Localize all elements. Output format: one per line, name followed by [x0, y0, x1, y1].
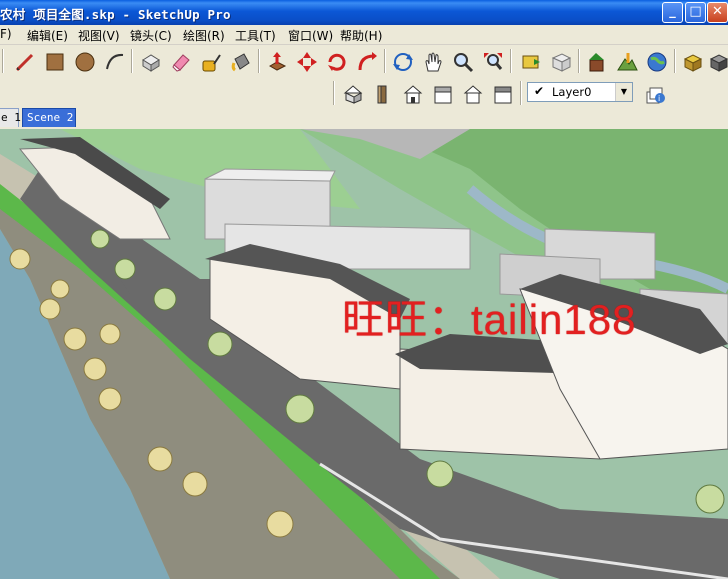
tape-measure-icon[interactable]: [198, 49, 224, 74]
toolbar-separator: [520, 81, 522, 105]
zoom-extents-icon[interactable]: [480, 49, 506, 74]
window-title: 农村 项目全图.skp - SketchUp Pro: [0, 7, 231, 22]
menu-window[interactable]: 窗口(W): [288, 27, 333, 44]
toolbar-separator: [131, 49, 133, 73]
get-models-icon[interactable]: [518, 49, 544, 74]
toolbar-separator: [510, 49, 512, 73]
menu-tools[interactable]: 工具(T): [235, 27, 276, 44]
toolbar-separator: [578, 49, 580, 73]
eraser-icon[interactable]: [168, 49, 194, 74]
layer-manager-icon[interactable]: i: [642, 81, 668, 106]
maximize-button[interactable]: □: [685, 2, 706, 23]
toolbar-separator: [258, 49, 260, 73]
main-toolbar: [0, 45, 728, 78]
menu-draw[interactable]: 绘图(R): [183, 27, 225, 44]
front-view-icon[interactable]: [400, 81, 426, 106]
menu-edit[interactable]: 编辑(E): [27, 27, 68, 44]
toolbar-separator: [674, 49, 676, 73]
mass-building: [204, 168, 336, 182]
follow-me-icon[interactable]: [354, 49, 380, 74]
zoom-icon[interactable]: [450, 49, 476, 74]
materials-icon[interactable]: [706, 49, 728, 74]
current-layer-name: Layer0: [552, 85, 592, 99]
menu-file[interactable]: F): [0, 27, 12, 41]
iso-view-icon[interactable]: [340, 81, 366, 106]
watermark-text: 旺旺：tailin188: [342, 296, 637, 343]
minimize-button[interactable]: _: [662, 2, 683, 23]
google-earth-icon[interactable]: [644, 49, 670, 74]
menu-bar: F) 编辑(E) 视图(V) 镜头(C) 绘图(R) 工具(T) 窗口(W) 帮…: [0, 25, 728, 45]
rectangle-icon[interactable]: [42, 49, 68, 74]
menu-camera[interactable]: 镜头(C): [130, 27, 172, 44]
left-view-icon[interactable]: [490, 81, 516, 106]
scene-render: [0, 129, 728, 579]
chevron-down-icon[interactable]: ▼: [615, 83, 632, 101]
orbit-icon[interactable]: [390, 49, 416, 74]
components-icon[interactable]: [680, 49, 706, 74]
current-layer-check-icon: ✔: [534, 84, 545, 98]
svg-text:i: i: [658, 94, 660, 103]
right-view-icon[interactable]: [430, 81, 456, 106]
menu-view[interactable]: 视图(V): [78, 27, 120, 44]
paint-bucket-icon[interactable]: [228, 49, 254, 74]
pencil-line-icon[interactable]: [12, 49, 38, 74]
make-component-icon[interactable]: [138, 49, 164, 74]
pan-hand-icon[interactable]: [420, 49, 446, 74]
rotate-icon[interactable]: [324, 49, 350, 74]
model-viewport[interactable]: 旺旺：tailin188: [0, 129, 728, 579]
tab-scene-1[interactable]: e 1: [0, 108, 21, 127]
share-model-icon[interactable]: [548, 49, 574, 74]
close-button[interactable]: ✕: [707, 2, 728, 23]
layer-dropdown[interactable]: ✔ Layer0 ▼: [527, 82, 633, 102]
top-view-icon[interactable]: [370, 81, 396, 106]
arc-icon[interactable]: [102, 49, 128, 74]
toolbar-separator: [2, 49, 4, 73]
tab-scene-2[interactable]: Scene 2: [22, 108, 76, 127]
circle-icon[interactable]: [72, 49, 98, 74]
toolbar-separator: [333, 81, 335, 105]
move-icon[interactable]: [294, 49, 320, 74]
back-view-icon[interactable]: [460, 81, 486, 106]
scene-tabs: e 1 Scene 2: [0, 107, 728, 129]
title-bar: 农村 项目全图.skp - SketchUp Pro _ □ ✕: [0, 0, 728, 25]
toggle-terrain-icon[interactable]: [614, 49, 640, 74]
views-toolbar: ✔ Layer0 ▼ i: [0, 77, 728, 107]
add-location-icon[interactable]: [584, 49, 610, 74]
menu-help[interactable]: 帮助(H): [340, 27, 382, 44]
push-pull-icon[interactable]: [264, 49, 290, 74]
toolbar-separator: [384, 49, 386, 73]
